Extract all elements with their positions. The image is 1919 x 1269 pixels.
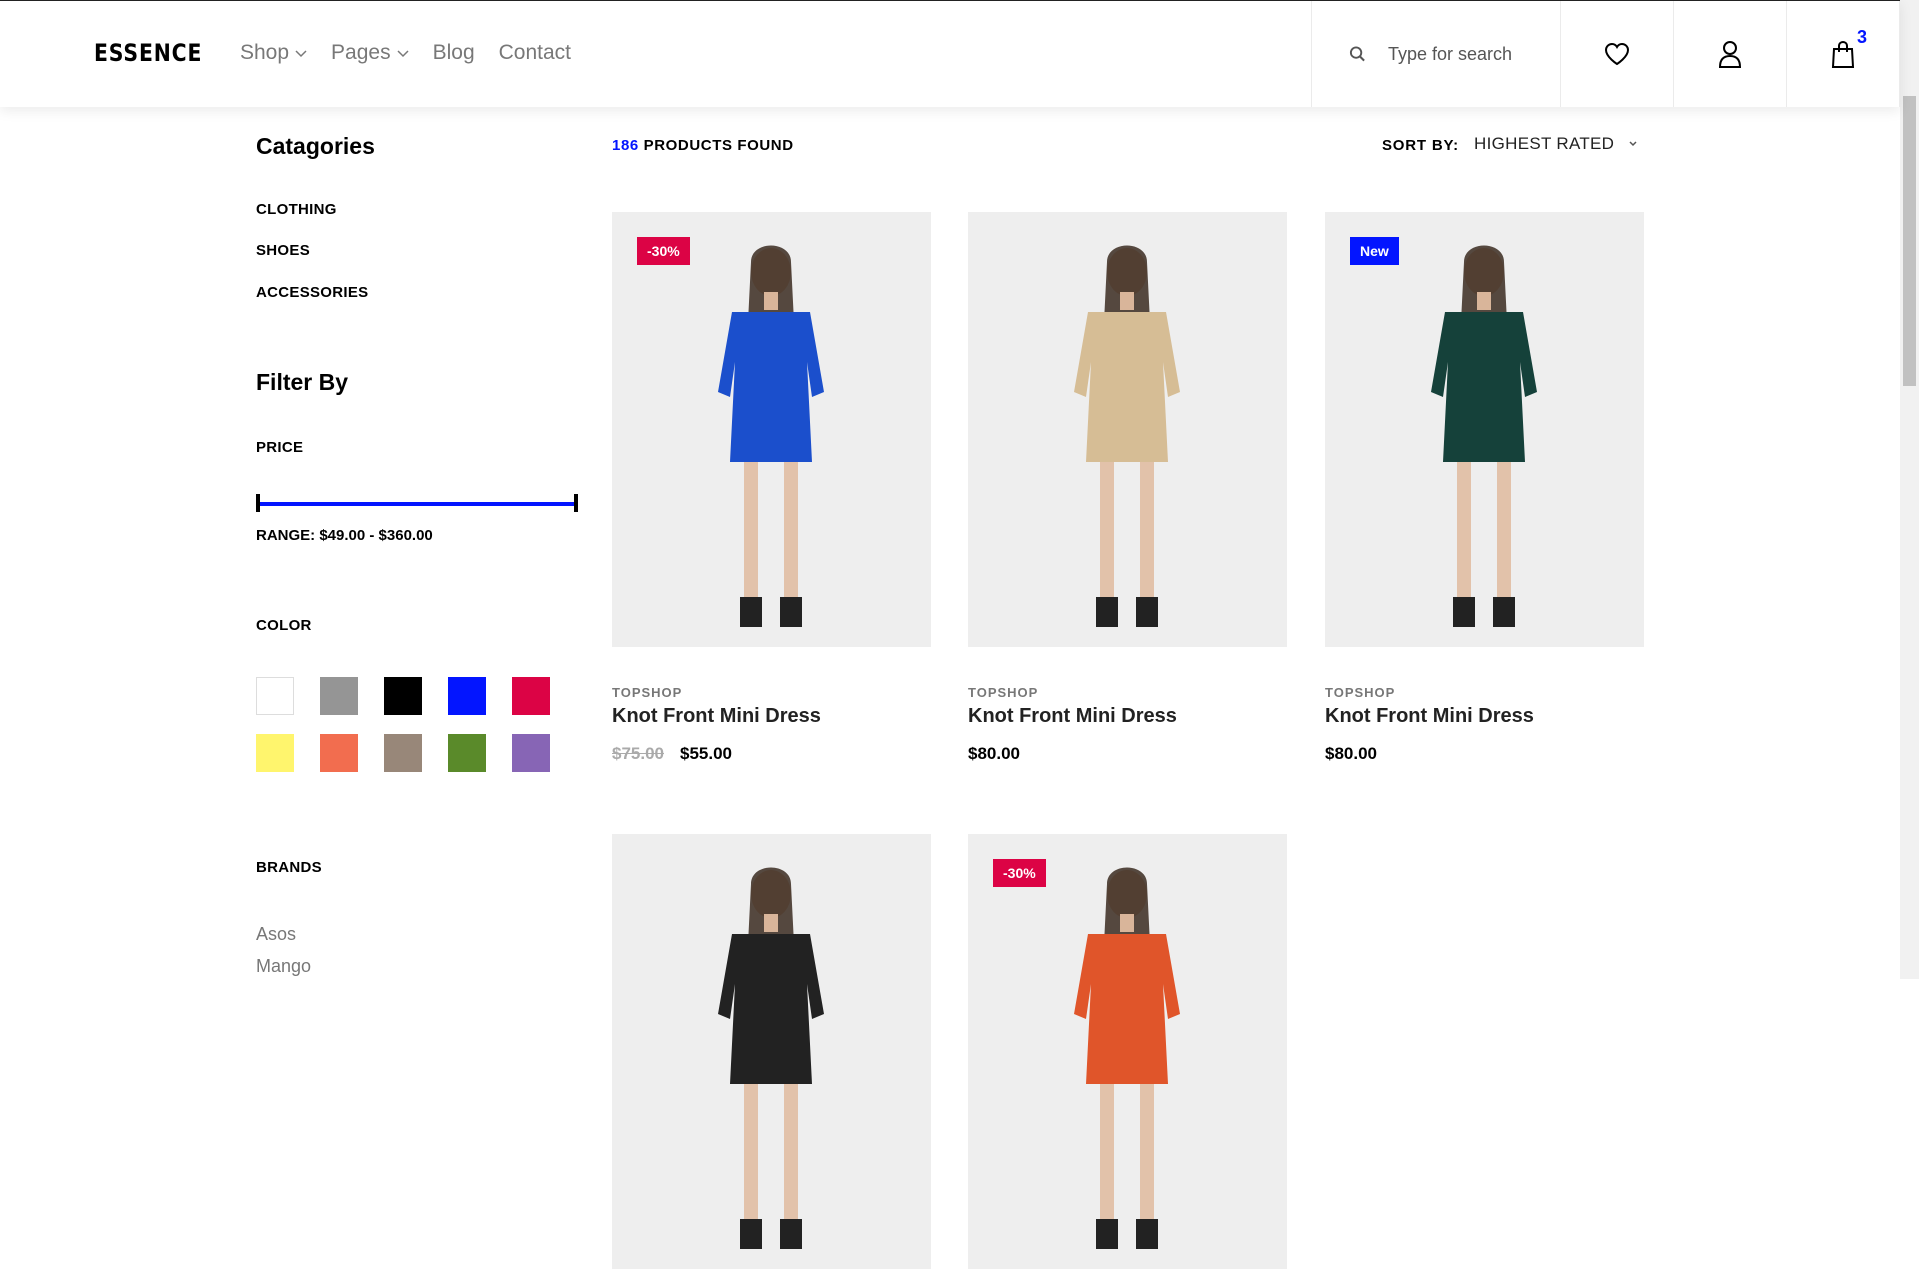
search-box — [1311, 1, 1561, 107]
nav-pages[interactable]: Pages — [331, 41, 409, 65]
products-found-text: PRODUCTS FOUND — [643, 137, 794, 154]
model-figure — [1431, 245, 1537, 627]
categories-title: Catagories — [256, 133, 375, 159]
model-figure — [718, 867, 824, 1249]
page-scrollbar[interactable] — [1900, 0, 1919, 979]
price-range-min-handle[interactable] — [256, 494, 260, 512]
nav-shop[interactable]: Shop — [240, 41, 307, 65]
color-swatch[interactable] — [384, 734, 422, 772]
category-accessories[interactable]: ACCESSORIES — [256, 284, 369, 301]
category-shoes[interactable]: SHOES — [256, 242, 310, 259]
products-found-count: 186 — [612, 137, 639, 154]
nav-shop-label: Shop — [240, 41, 290, 64]
model-figure — [1074, 867, 1180, 1249]
cart-count-badge: 3 — [1857, 27, 1868, 47]
price-range-max-handle[interactable] — [574, 494, 578, 512]
product-badge: -30% — [637, 237, 690, 265]
model-figure — [1074, 245, 1180, 627]
product-old-price: $75.00 — [612, 744, 664, 763]
brand-asos[interactable]: Asos — [256, 924, 296, 945]
product-brand: TOPSHOP — [1325, 685, 1396, 700]
product-image[interactable]: -30% — [968, 834, 1287, 1269]
product-price: $80.00 — [1325, 744, 1377, 764]
color-swatch[interactable] — [384, 677, 422, 715]
price-range-text: RANGE: $49.00 - $360.00 — [256, 527, 433, 544]
cart-button[interactable]: 3 — [1787, 1, 1900, 107]
nav-contact[interactable]: Contact — [499, 41, 571, 65]
product-badge: New — [1350, 237, 1399, 265]
color-swatch[interactable] — [256, 677, 294, 715]
chevron-down-icon — [295, 50, 307, 58]
sort-label: SORT BY: — [1382, 137, 1459, 154]
category-clothing[interactable]: CLOTHING — [256, 201, 337, 218]
main-nav: Shop Pages Blog Contact — [240, 41, 595, 65]
product-current-price: $80.00 — [968, 744, 1020, 763]
search-icon[interactable] — [1349, 45, 1366, 63]
product-image[interactable]: New — [1325, 212, 1644, 647]
product-name[interactable]: Knot Front Mini Dress — [612, 705, 821, 728]
color-swatch[interactable] — [512, 677, 550, 715]
brand-mango[interactable]: Mango — [256, 956, 311, 977]
scrollbar-thumb[interactable] — [1903, 96, 1916, 386]
search-input[interactable] — [1386, 42, 1560, 66]
product-image[interactable] — [968, 212, 1287, 647]
product-image[interactable] — [612, 834, 931, 1269]
products-found: 186 PRODUCTS FOUND — [612, 137, 794, 154]
color-swatch[interactable] — [320, 734, 358, 772]
filter-title: Filter By — [256, 369, 349, 395]
site-header: ESSENCE Shop Pages Blog Contact 3 — [0, 0, 1900, 107]
sort-select[interactable]: HIGHEST RATED — [1474, 134, 1638, 154]
nav-blog[interactable]: Blog — [433, 41, 475, 65]
product-name[interactable]: Knot Front Mini Dress — [1325, 705, 1534, 728]
product-name[interactable]: Knot Front Mini Dress — [968, 705, 1177, 728]
price-range-track[interactable] — [256, 502, 578, 506]
account-button[interactable] — [1674, 1, 1787, 107]
color-swatch[interactable] — [256, 734, 294, 772]
product-current-price: $55.00 — [680, 744, 732, 763]
color-swatch[interactable] — [448, 734, 486, 772]
wishlist-button[interactable] — [1561, 1, 1674, 107]
color-swatch[interactable] — [320, 677, 358, 715]
header-actions: 3 — [1311, 1, 1900, 107]
chevron-down-icon — [1629, 141, 1637, 147]
product-brand: TOPSHOP — [968, 685, 1039, 700]
color-swatch[interactable] — [448, 677, 486, 715]
product-brand: TOPSHOP — [612, 685, 683, 700]
model-figure — [718, 245, 824, 627]
color-label: COLOR — [256, 617, 312, 634]
product-price: $80.00 — [968, 744, 1020, 764]
product-image[interactable]: -30% — [612, 212, 931, 647]
logo[interactable]: ESSENCE — [94, 39, 202, 67]
product-current-price: $80.00 — [1325, 744, 1377, 763]
heart-icon — [1604, 42, 1630, 66]
sort-value: HIGHEST RATED — [1474, 134, 1615, 153]
chevron-down-icon — [397, 50, 409, 58]
product-price: $75.00 $55.00 — [612, 744, 732, 764]
color-swatch[interactable] — [512, 734, 550, 772]
product-badge: -30% — [993, 859, 1046, 887]
nav-pages-label: Pages — [331, 41, 391, 64]
shopping-bag-icon — [1831, 40, 1855, 68]
user-icon — [1718, 41, 1742, 68]
brands-label: BRANDS — [256, 859, 322, 876]
price-label: PRICE — [256, 439, 304, 456]
